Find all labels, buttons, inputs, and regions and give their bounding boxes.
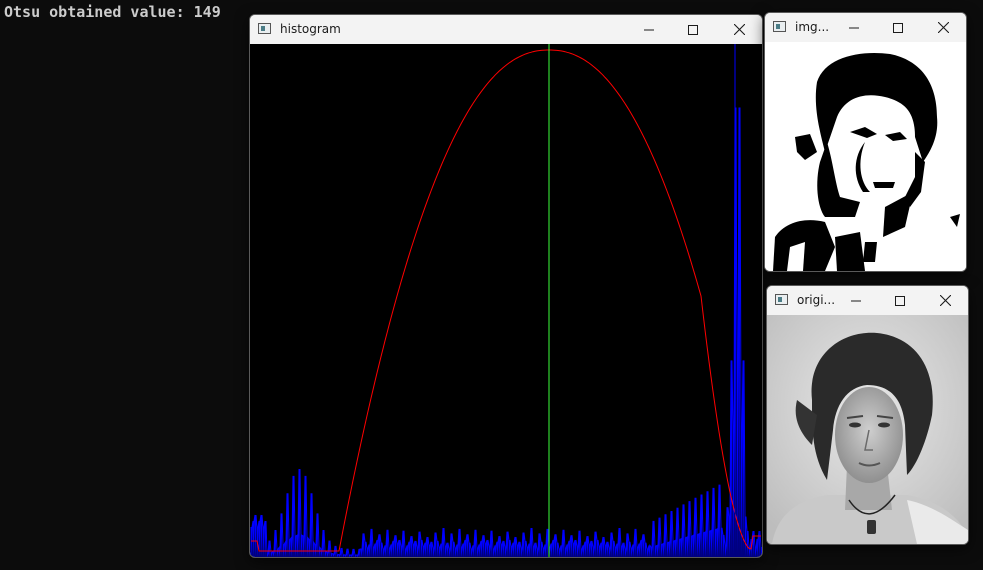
minimize-icon [849,27,859,28]
window-title: origi... [797,293,836,307]
minimize-icon [851,300,861,301]
maximize-button[interactable] [670,15,716,44]
histogram-titlebar[interactable]: histogram [250,15,762,44]
img-window[interactable]: img... [764,12,967,272]
app-icon [775,294,788,305]
grayscale-portrait [767,315,968,544]
close-button[interactable] [922,286,968,315]
app-icon [258,23,271,34]
threshold-image [765,42,966,271]
minimize-icon [644,29,654,30]
maximize-icon [688,24,698,35]
histogram-canvas [250,44,762,557]
img-titlebar[interactable]: img... [765,13,966,42]
minimize-button[interactable] [626,15,672,44]
close-button[interactable] [716,15,762,44]
close-icon [939,295,951,306]
histogram-window[interactable]: histogram [249,14,763,558]
close-icon [937,22,949,33]
window-title: histogram [280,22,341,36]
close-icon [733,24,745,35]
maximize-icon [893,22,903,33]
maximize-button[interactable] [877,286,923,315]
window-title: img... [795,20,830,34]
maximize-button[interactable] [875,13,921,42]
console-output: Otsu obtained value: 149 [4,3,221,21]
minimize-button[interactable] [831,13,877,42]
original-image [767,315,968,544]
original-window[interactable]: origi... [766,285,969,545]
original-titlebar[interactable]: origi... [767,286,968,315]
histogram-chart [250,44,762,557]
minimize-button[interactable] [833,286,879,315]
close-button[interactable] [920,13,966,42]
app-icon [773,21,786,32]
binary-portrait [765,42,966,271]
maximize-icon [895,295,905,306]
variance-series-line [251,49,761,552]
histogram-series-line [250,107,762,557]
